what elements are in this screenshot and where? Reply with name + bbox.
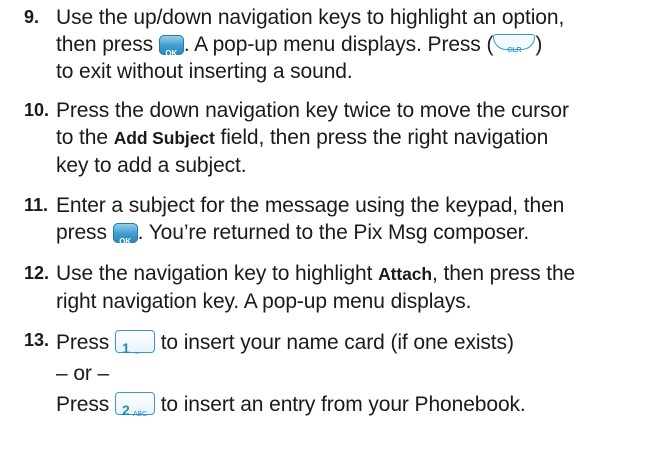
two-key-icon: 2 ABC <box>114 392 155 418</box>
ok-key-icon: OK <box>112 223 138 246</box>
step-number: 12. <box>24 263 50 283</box>
step-number: 13. <box>24 330 50 350</box>
step-text: Use the up/down navigation keys to highl… <box>56 6 565 83</box>
step-number: 11. <box>24 195 49 215</box>
field-name-add-subject: Add Subject <box>113 128 215 148</box>
instruction-page: 9. Use the up/down navigation keys to hi… <box>0 0 651 467</box>
clr-key-icon: CLR <box>493 34 536 54</box>
ok-key-icon: OK <box>158 35 184 58</box>
step-text: Use the navigation key to highlight Atta… <box>56 262 576 313</box>
step-text: Press the down navigation key twice to m… <box>56 99 569 177</box>
one-key-icon: 1… <box>114 330 155 356</box>
step-number: 9. <box>24 7 40 27</box>
step-text: Enter a subject for the message using th… <box>56 194 565 246</box>
menu-name-attach: Attach <box>378 264 432 284</box>
step-text: Press 1… to insert your name card (if on… <box>56 330 526 418</box>
step-number: 10. <box>24 100 50 120</box>
